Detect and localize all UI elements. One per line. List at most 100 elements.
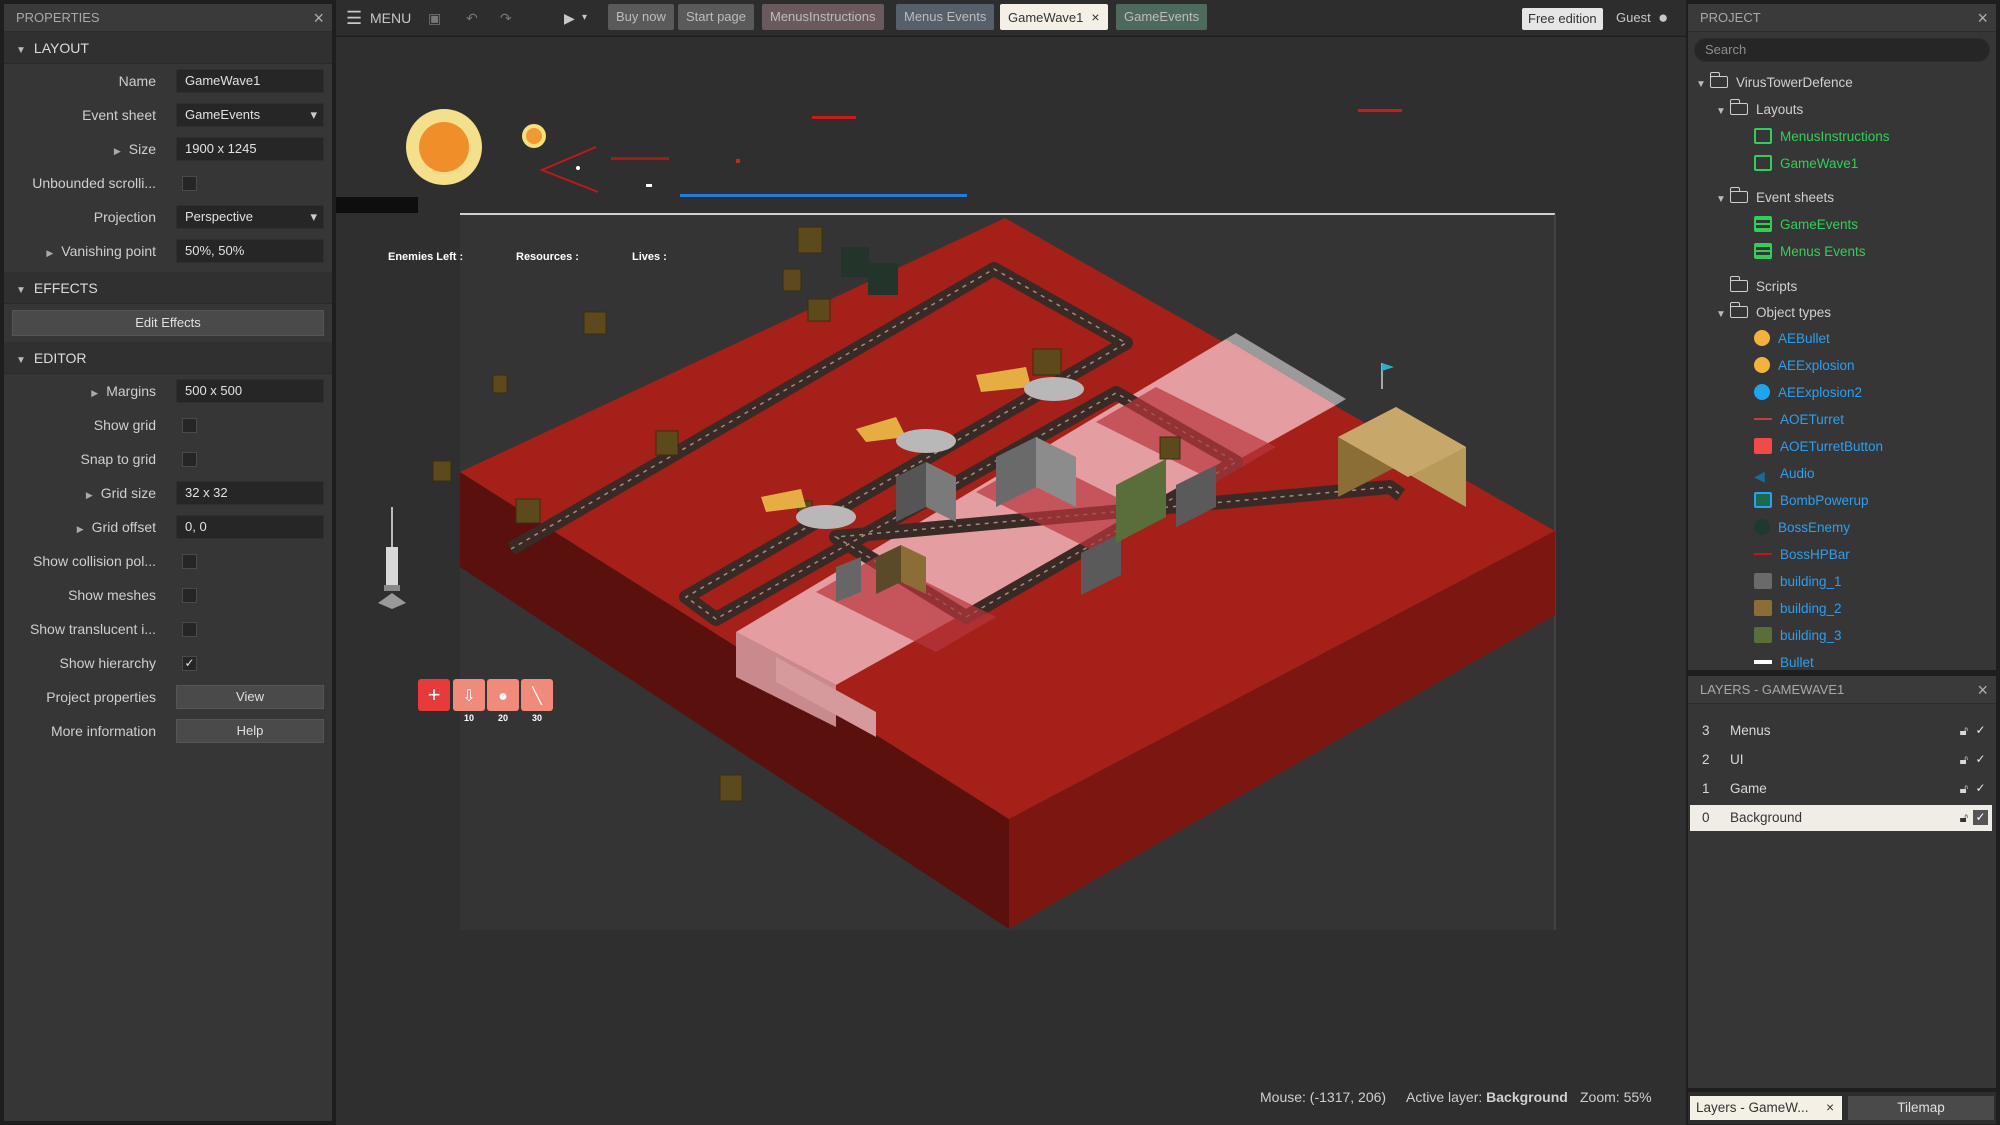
close-icon[interactable]: × (1826, 1096, 1834, 1120)
layer-row[interactable]: 3 Menus 🔓︎ ✓ (1690, 718, 1992, 744)
user-icon[interactable]: ● (1658, 0, 1668, 36)
undo-icon[interactable]: ↶ (466, 0, 478, 36)
tree-eventsheets-folder[interactable]: ▼ Event sheets (1716, 187, 1834, 209)
project-search-input[interactable]: Search (1694, 38, 1990, 62)
margins-field[interactable]: 500 x 500 (176, 379, 324, 403)
tab-start-page[interactable]: Start page (678, 4, 754, 30)
tree-sprite[interactable] (782, 268, 802, 292)
tab-game-events[interactable]: GameEvents (1116, 4, 1208, 30)
tree-sprite[interactable] (432, 460, 452, 482)
hp-bar-red-2[interactable] (1358, 109, 1402, 112)
black-bar-sprite[interactable] (336, 197, 418, 213)
projection-select[interactable]: Perspective (176, 205, 324, 229)
layer-visible-checkbox[interactable]: ✓ (1973, 810, 1988, 825)
view-project-properties-button[interactable]: View (176, 685, 324, 709)
layer-visible-checkbox[interactable]: ✓ (1973, 781, 1988, 796)
tab-menus-instructions[interactable]: MenusInstructions (762, 4, 884, 30)
section-editor[interactable]: ▼ EDITOR (4, 342, 332, 374)
show-translucent-checkbox[interactable] (182, 622, 197, 637)
tree-objecttypes-folder[interactable]: ▼ Object types (1716, 302, 1831, 324)
layer-visible-checkbox[interactable]: ✓ (1973, 752, 1988, 767)
powerup-crate[interactable] (868, 263, 898, 295)
layout-size-field[interactable]: 1900 x 1245 (176, 137, 324, 161)
tree-layouts-folder[interactable]: ▼ Layouts (1716, 99, 1803, 121)
tree-sprite[interactable] (583, 311, 607, 335)
edit-effects-button[interactable]: Edit Effects (12, 310, 324, 336)
layout-canvas[interactable]: + ⇩ ● ╲ Enemies Left : Resources : Lives… (336, 37, 1686, 1125)
close-icon[interactable]: × (313, 4, 324, 32)
section-layout[interactable]: ▼ LAYOUT (4, 32, 332, 64)
lock-icon[interactable]: 🔓︎ (1960, 805, 1968, 831)
menu-button[interactable]: MENU (370, 0, 411, 36)
arrow-sprite[interactable] (539, 146, 599, 193)
tab-tilemap[interactable]: Tilemap (1848, 1096, 1994, 1120)
show-grid-checkbox[interactable] (182, 418, 197, 433)
enemy-boat[interactable] (796, 505, 856, 529)
section-effects[interactable]: ▼ EFFECTS (4, 272, 332, 304)
show-hierarchy-checkbox[interactable]: ✓ (182, 656, 197, 671)
lock-icon[interactable]: 🔓︎ (1960, 747, 1968, 773)
tree-object-item[interactable]: AEExplosion2 (1754, 382, 1862, 404)
prop-margins-label[interactable]: ▶ Margins (91, 374, 156, 410)
tree-object-item[interactable]: building_2 (1754, 598, 1842, 620)
tree-sprite[interactable] (1032, 348, 1062, 376)
tree-root[interactable]: ▼ VirusTowerDefence (1696, 72, 1853, 94)
close-icon[interactable]: × (1977, 4, 1988, 32)
tree-object-item[interactable]: building_3 (1754, 625, 1842, 647)
layer-row-selected[interactable]: 0 Background 🔓︎ ✓ (1690, 805, 1992, 831)
tree-object-item[interactable]: ◀ Audio (1754, 463, 1815, 485)
lock-icon[interactable]: 🔓︎ (1960, 718, 1968, 744)
lock-icon[interactable]: 🔓︎ (1960, 776, 1968, 802)
tree-object-item[interactable]: BombPowerup (1754, 490, 1869, 512)
syringe-sprite[interactable] (378, 507, 406, 609)
tree-object-item[interactable]: AOETurretButton (1754, 436, 1883, 458)
tree-sprite[interactable] (797, 226, 823, 254)
show-meshes-checkbox[interactable] (182, 588, 197, 603)
tab-buy-now[interactable]: Buy now (608, 4, 674, 30)
prop-gridsize-label[interactable]: ▶ Grid size (86, 476, 156, 512)
snap-to-grid-checkbox[interactable] (182, 452, 197, 467)
close-icon[interactable]: × (1091, 9, 1099, 25)
layer-row[interactable]: 1 Game 🔓︎ ✓ (1690, 776, 1992, 802)
tree-object-item[interactable]: AOETurret (1754, 409, 1844, 431)
tree-layout-item[interactable]: GameWave1 (1754, 153, 1858, 175)
tree-sprite[interactable] (492, 374, 508, 394)
tree-object-item[interactable]: AEExplosion (1754, 355, 1855, 377)
help-button[interactable]: Help (176, 719, 324, 743)
powerup-crate[interactable] (841, 247, 869, 277)
tab-menus-events[interactable]: Menus Events (896, 4, 995, 30)
close-icon[interactable]: × (1977, 676, 1988, 704)
grid-size-field[interactable]: 32 x 32 (176, 481, 324, 505)
tree-sprite[interactable] (807, 298, 831, 322)
hud-enemies-left[interactable]: Enemies Left : (388, 251, 463, 263)
play-icon[interactable]: ▶ (564, 0, 575, 36)
user-name[interactable]: Guest (1616, 0, 1651, 36)
tree-layout-item[interactable]: MenusInstructions (1754, 126, 1890, 148)
tree-sprite[interactable] (655, 430, 679, 456)
tab-layers[interactable]: Layers - GameW... × (1690, 1096, 1842, 1120)
hud-lives[interactable]: Lives : (632, 251, 667, 263)
event-sheet-select[interactable]: GameEvents (176, 103, 324, 127)
enemy-boat[interactable] (1024, 377, 1084, 401)
save-icon[interactable]: ▣ (428, 0, 441, 36)
prop-vanishing-label[interactable]: ▶ Vanishing point (46, 234, 156, 270)
unbounded-scrolling-checkbox[interactable] (182, 176, 197, 191)
tab-gamewave1[interactable]: GameWave1 × (1000, 4, 1108, 30)
prop-gridoffset-label[interactable]: ▶ Grid offset (77, 510, 156, 546)
tree-object-item[interactable]: BossHPBar (1754, 544, 1850, 566)
tree-sprite[interactable] (1159, 436, 1181, 460)
hp-bar-red-small[interactable] (611, 157, 669, 160)
grid-offset-field[interactable]: 0, 0 (176, 515, 324, 539)
menu-icon[interactable]: ☰ (346, 0, 362, 36)
layout-name-field[interactable]: GameWave1 (176, 69, 324, 93)
tree-scripts-folder[interactable]: Scripts (1729, 276, 1797, 298)
free-edition-badge[interactable]: Free edition (1522, 8, 1603, 30)
enemy-boat[interactable] (896, 429, 956, 453)
hud-resources[interactable]: Resources : (516, 251, 579, 263)
tree-object-item[interactable]: building_1 (1754, 571, 1842, 593)
layer-visible-checkbox[interactable]: ✓ (1973, 723, 1988, 738)
tree-sprite[interactable] (719, 774, 743, 802)
redo-icon[interactable]: ↷ (500, 0, 512, 36)
layer-row[interactable]: 2 UI 🔓︎ ✓ (1690, 747, 1992, 773)
hp-bar-red[interactable] (812, 116, 856, 119)
